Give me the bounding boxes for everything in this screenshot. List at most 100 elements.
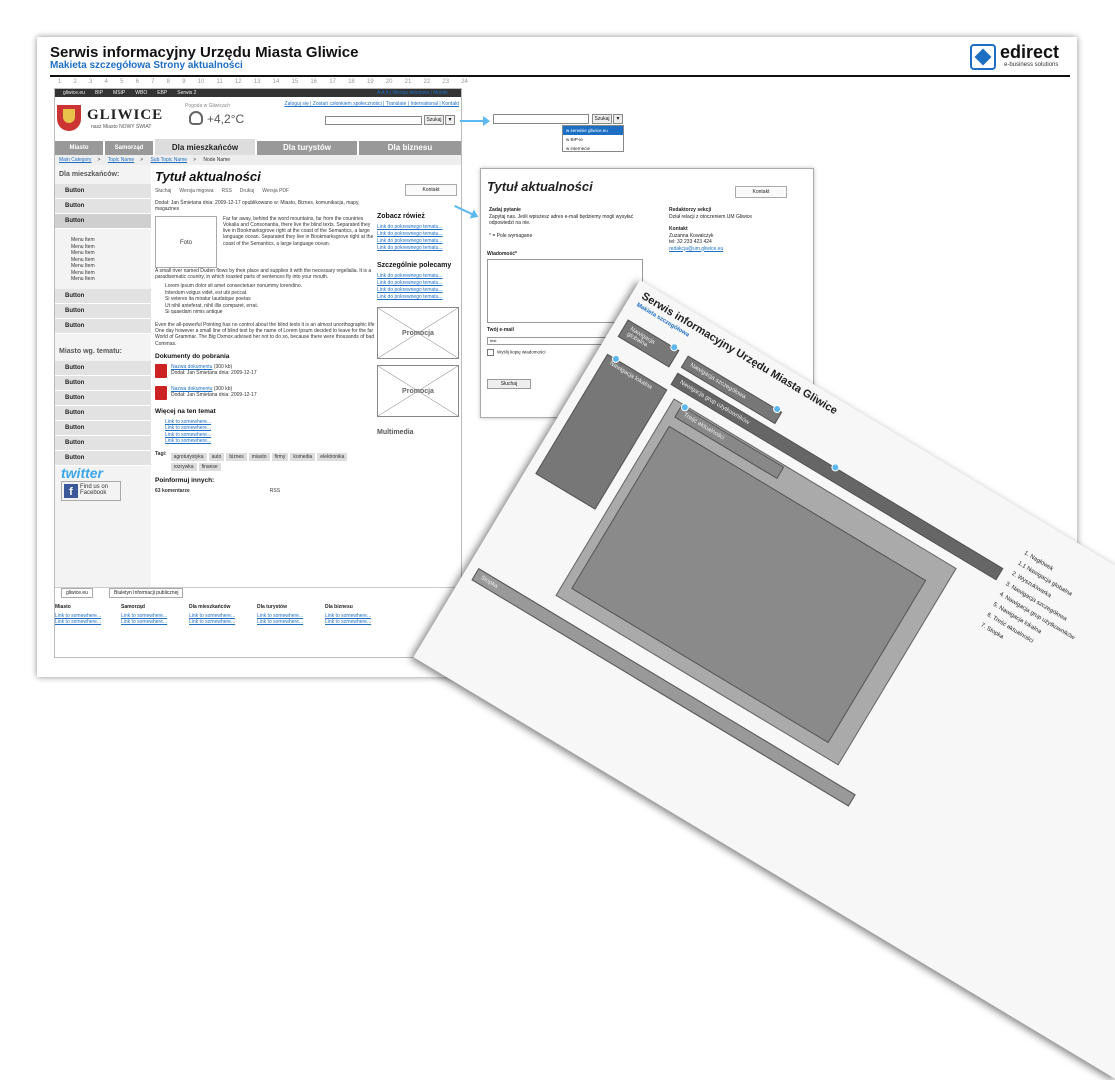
tab-dla-mieszkancow[interactable]: Dla mieszkańców <box>155 139 255 155</box>
topbar-link[interactable]: BIP <box>95 90 103 96</box>
top-links[interactable]: Zaloguj się | Zostań członkiem społeczno… <box>255 101 459 107</box>
sidebar-button[interactable]: Button <box>55 184 151 199</box>
topbar-accessibility[interactable]: A A A | Wersja tekstowa | Mobile <box>377 90 461 96</box>
related-link[interactable]: Link do pokrewnego tematu... <box>377 273 461 280</box>
grid-number: 5 <box>120 79 124 85</box>
sidebar-button[interactable]: Button <box>55 420 151 436</box>
search-scope-option[interactable]: w serwisie gliwice.eu <box>563 126 623 135</box>
sidebar-button[interactable]: Button <box>55 390 151 406</box>
tab-miasto[interactable]: Miasto <box>55 141 103 155</box>
send-button[interactable]: Słuchaj <box>487 379 531 389</box>
print-link[interactable]: Drukuj <box>240 188 254 194</box>
footer-link[interactable]: Link to somewhere... <box>55 619 115 625</box>
search-scope-option[interactable]: w internecie <box>563 144 623 153</box>
zoom-search-button[interactable]: Szukaj <box>592 114 612 124</box>
footer-column: Dla mieszkańców Link to somewhere... Link … <box>189 604 249 625</box>
document-link[interactable]: Nazwa dokumentu <box>171 364 212 370</box>
footer-link[interactable]: Link to somewhere... <box>325 619 385 625</box>
kontakt-panel-button[interactable]: Kontakt <box>735 186 787 198</box>
related-link[interactable]: Link do pokrewnego tematu... <box>377 294 461 301</box>
sidebar-button[interactable]: Button <box>55 375 151 391</box>
related-link[interactable]: Link do pokrewnego tematu... <box>377 224 461 231</box>
tag-chip[interactable]: finanse <box>198 462 221 471</box>
more-link[interactable]: Link to somewhere... <box>155 438 375 445</box>
gliwice-logo[interactable]: GLIWICE nasz Miasto NOWY ŚWIAT <box>57 103 162 133</box>
tag-chip[interactable]: rozrywka <box>170 462 197 471</box>
footer-link[interactable]: Link to somewhere... <box>121 619 181 625</box>
pdf-link[interactable]: Wersja PDF <box>262 188 289 194</box>
related-link[interactable]: Link do pokrewnego tematu... <box>377 287 461 294</box>
footer-column-heading: Dla biznesu <box>325 604 353 610</box>
rss-link[interactable]: RSS <box>222 188 232 194</box>
sidebar-button[interactable]: Button <box>55 435 151 451</box>
sidebar-heading: Dla mieszkańców: <box>59 171 120 178</box>
search-input[interactable] <box>325 116 422 125</box>
topbar-link[interactable]: EBP <box>157 90 167 96</box>
comments-count[interactable]: 63 komentarze <box>155 488 190 494</box>
sign-language-link[interactable]: Wersja migowa <box>179 188 213 194</box>
tag-chip[interactable]: agroturystyka <box>170 452 207 461</box>
document-item[interactable]: Nazwa dokumentu (300 kb) Dodał: Jan Śmie… <box>155 385 375 400</box>
topbar-link[interactable]: MSIP <box>113 90 125 96</box>
topbar-link[interactable]: WBO <box>135 90 147 96</box>
gliwice-shield-icon <box>57 105 81 131</box>
twitter-logo[interactable]: twitter <box>61 465 103 481</box>
related-link[interactable]: Link do pokrewnego tematu... <box>377 280 461 287</box>
breadcrumb-separator: > <box>140 157 144 163</box>
sidebar-button[interactable]: Button <box>55 288 151 304</box>
breadcrumb-item[interactable]: Main Category <box>59 157 92 163</box>
listen-link[interactable]: Słuchaj <box>155 188 171 194</box>
footer-link[interactable]: Link to somewhere... <box>189 619 249 625</box>
sidebar-button[interactable]: Button <box>55 303 151 319</box>
search-button[interactable]: Szukaj <box>424 115 444 125</box>
related-link[interactable]: Link do pokrewnego tematu... <box>377 245 461 252</box>
sidebar-button[interactable]: Button <box>55 199 151 214</box>
grid-number: 19 <box>366 79 374 85</box>
edirect-logo: edirect e-business solutions <box>970 42 1065 72</box>
schematic-toc: 1. Nagłówek 1.1 Nawigacja globalna 2. Wy… <box>978 548 1115 800</box>
tag-chip[interactable]: auto <box>208 452 225 461</box>
breadcrumb-item[interactable]: Sub Topic Name <box>150 157 187 163</box>
search-scope-option[interactable]: w BIP-ie <box>563 135 623 144</box>
sidebar-button[interactable]: Button <box>55 450 151 466</box>
related-link[interactable]: Link do pokrewnego tematu... <box>377 238 461 245</box>
sidebar-button[interactable]: Button <box>55 405 151 421</box>
document-link[interactable]: Nazwa dokumentu <box>171 386 212 392</box>
breadcrumb-separator: > <box>97 157 101 163</box>
topbar-link[interactable]: Serwis 2 <box>177 90 196 96</box>
ask-text: Zapytaj nas. Jeśli wpiszesz adres e-mail… <box>489 213 634 227</box>
footer-tab[interactable]: Biuletyn Informacji publicznej <box>109 588 184 598</box>
sidebar: Dla mieszkańców: Button Button Button Me… <box>55 165 151 657</box>
kontakt-button[interactable]: Kontakt <box>405 184 457 196</box>
tab-dla-turystow[interactable]: Dla turystów <box>257 141 357 155</box>
tag-chip[interactable]: komedia <box>290 452 316 461</box>
related-link[interactable]: Link do pokrewnego tematu... <box>377 231 461 238</box>
tab-samorzad[interactable]: Samorząd <box>105 141 153 155</box>
zoom-search-dropdown[interactable]: ▾ <box>613 114 623 124</box>
promo-banner[interactable]: Promocja <box>377 307 459 359</box>
search-scope-dropdown[interactable]: ▾ <box>445 115 455 125</box>
sidebar-button[interactable]: Button <box>55 318 151 334</box>
comments-rss[interactable]: RSS <box>270 488 280 494</box>
facebook-badge[interactable]: Find us on Facebook <box>61 481 121 501</box>
tag-chip[interactable]: biznes <box>226 452 247 461</box>
sidebar-button[interactable]: Button <box>55 214 151 229</box>
grid-number: 24 <box>461 79 468 85</box>
document-item[interactable]: Nazwa dokumentu (300 kb) Dodał: Jan Śmie… <box>155 363 375 378</box>
tag-chip[interactable]: elektronika <box>317 452 348 461</box>
contact-email[interactable]: redakcja@um.gliwice.eu <box>669 246 809 253</box>
breadcrumb-item[interactable]: Topic Name <box>108 157 134 163</box>
promo-banner[interactable]: Promocja <box>377 365 459 417</box>
tab-dla-biznesu[interactable]: Dla biznesu <box>359 141 461 155</box>
sidebar-button[interactable]: Button <box>55 360 151 376</box>
grid-number: 22 <box>423 79 431 85</box>
copy-checkbox[interactable]: Wyślij kopię wiadomości <box>487 349 545 356</box>
tag-chip[interactable]: firmy <box>271 452 289 461</box>
header-rule <box>50 75 1070 77</box>
comments-row: 63 komentarze RSS <box>155 488 375 494</box>
tag-chip[interactable]: miasto <box>248 452 270 461</box>
footer-link[interactable]: Link to somewhere... <box>257 619 317 625</box>
zoom-search-input[interactable] <box>493 114 589 124</box>
topbar-link[interactable]: gliwice.eu <box>63 90 85 96</box>
footer-tab[interactable]: gliwice.eu <box>61 588 93 598</box>
